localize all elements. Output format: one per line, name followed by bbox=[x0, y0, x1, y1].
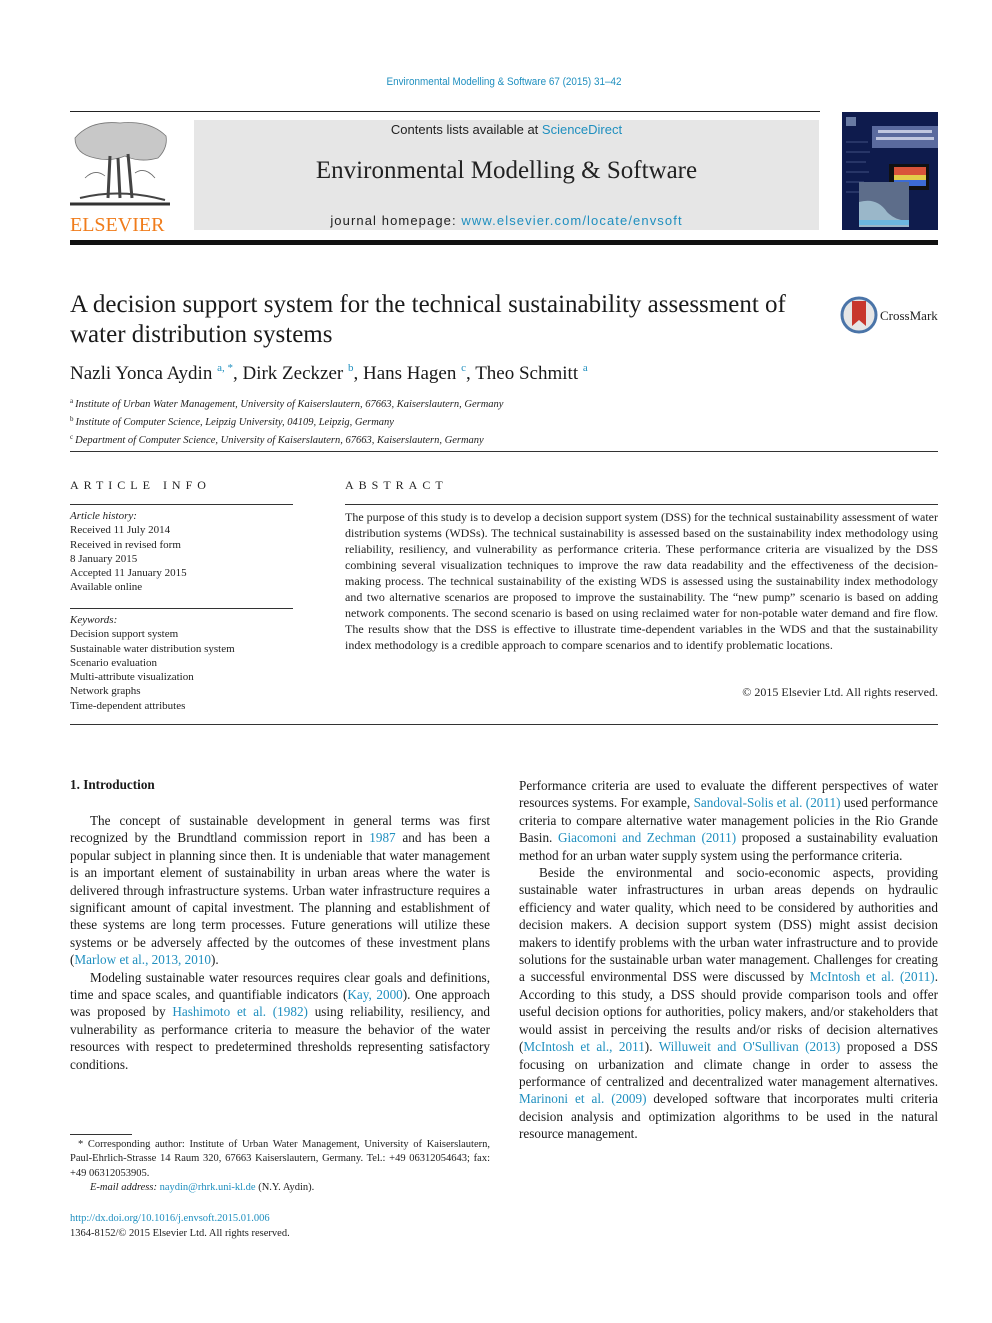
history-item: Received in revised form bbox=[70, 538, 181, 551]
journal-title: Environmental Modelling & Software bbox=[315, 157, 698, 184]
affiliations: a Institute of Urban Water Management, Un… bbox=[70, 394, 503, 448]
keyword: Decision support system bbox=[70, 628, 179, 641]
author[interactable]: Hans Hagen c, bbox=[362, 362, 476, 384]
affiliation-key: c bbox=[70, 433, 74, 441]
author-name: Nazli Yonca Aydin bbox=[70, 363, 213, 384]
affiliation: c Department of Computer Science, Univers… bbox=[70, 430, 503, 448]
citation-link[interactable]: Willuweit and O'Sullivan (2013) bbox=[659, 1039, 841, 1054]
corresponding-author-note: * Corresponding author: Institute of Urb… bbox=[70, 1139, 490, 1179]
running-head[interactable]: Environmental Modelling & Software 67 (2… bbox=[50, 76, 957, 88]
crossmark-icon bbox=[840, 296, 878, 334]
header-rule bbox=[70, 111, 820, 112]
keyword: Network graphs bbox=[70, 685, 141, 698]
homepage-link[interactable]: www.elsevier.com/locate/envsoft bbox=[461, 213, 682, 228]
affiliation-key: b bbox=[70, 415, 74, 423]
homepage-line: journal homepage: www.elsevier.com/locat… bbox=[194, 213, 819, 228]
paragraph: Modeling sustainable water resources req… bbox=[70, 969, 490, 1073]
divider bbox=[70, 451, 938, 452]
history-item: Accepted 11 January 2015 bbox=[70, 567, 187, 580]
text: Beside the environmental and socio-econo… bbox=[519, 865, 938, 985]
article-title: A decision support system for the techni… bbox=[70, 291, 786, 348]
divider bbox=[70, 504, 293, 505]
header-thick-rule bbox=[70, 240, 938, 245]
contents-prefix: Contents lists available at bbox=[390, 122, 542, 137]
affiliation-key: a bbox=[70, 397, 74, 405]
paragraph: Beside the environmental and socio-econo… bbox=[519, 864, 938, 1143]
sciencedirect-link[interactable]: ScienceDirect bbox=[542, 122, 622, 137]
keywords: Keywords: Decision support system Sustai… bbox=[70, 613, 235, 713]
journal-cover[interactable] bbox=[842, 112, 938, 230]
keyword: Sustainable water distribution system bbox=[70, 642, 235, 655]
crossmark-label: CrossMark bbox=[880, 308, 938, 323]
section-heading: 1. Introduction bbox=[70, 777, 155, 792]
affiliation-text: Institute of Urban Water Management, Uni… bbox=[75, 399, 504, 410]
author-list: Nazli Yonca Aydin a, *, Dirk Zeckzer b, … bbox=[70, 362, 588, 385]
doi-link[interactable]: http://dx.doi.org/10.1016/j.envsoft.2015… bbox=[70, 1213, 270, 1224]
abstract-copyright: © 2015 Elsevier Ltd. All rights reserved… bbox=[742, 685, 938, 699]
elsevier-wordmark: ELSEVIER bbox=[70, 214, 165, 236]
affiliation-text: Department of Computer Science, Universi… bbox=[75, 435, 484, 446]
elsevier-logo[interactable]: ELSEVIER bbox=[70, 118, 172, 236]
author-separator: , bbox=[353, 363, 363, 384]
divider bbox=[345, 504, 938, 505]
keyword: Time-dependent attributes bbox=[70, 699, 186, 712]
history-item: 8 January 2015 bbox=[70, 552, 138, 565]
left-column: The concept of sustainable development i… bbox=[70, 812, 490, 1073]
citation-link[interactable]: McIntosh et al. (2011) bbox=[810, 969, 935, 984]
email-line: E-mail address: naydin@rhrk.uni-kl.de (N… bbox=[70, 1181, 490, 1195]
author[interactable]: Nazli Yonca Aydin a, *, bbox=[70, 362, 242, 384]
citation-link[interactable]: Hashimoto et al. (1982) bbox=[172, 1004, 308, 1019]
keywords-label: Keywords: bbox=[70, 614, 118, 626]
keyword: Multi-attribute visualization bbox=[70, 671, 194, 684]
text: and has been a popular subject in planni… bbox=[70, 830, 491, 968]
paragraph: Performance criteria are used to evaluat… bbox=[519, 777, 938, 864]
issn-line: 1364-8152/© 2015 Elsevier Ltd. All right… bbox=[70, 1228, 290, 1239]
text: ). bbox=[211, 952, 219, 968]
citation-link[interactable]: Marlow et al., 2013, 2010 bbox=[74, 952, 211, 967]
paragraph: The concept of sustainable development i… bbox=[70, 812, 490, 969]
citation-link[interactable]: Sandoval-Solis et al. (2011) bbox=[694, 795, 841, 810]
author-separator: , bbox=[466, 363, 476, 384]
article-history: Article history: Received 11 July 2014 R… bbox=[70, 509, 187, 595]
homepage-prefix: journal homepage: bbox=[330, 213, 462, 228]
email-suffix: (N.Y. Aydin). bbox=[255, 1181, 315, 1193]
citation-link[interactable]: McIntosh et al., 2011 bbox=[523, 1039, 644, 1054]
keyword: Scenario evaluation bbox=[70, 656, 158, 669]
footnote: * Corresponding author: Institute of Urb… bbox=[70, 1138, 490, 1195]
author[interactable]: Dirk Zeckzer b, bbox=[242, 362, 363, 384]
contents-line: Contents lists available at ScienceDirec… bbox=[194, 122, 819, 137]
citation-link[interactable]: Kay, 2000 bbox=[347, 987, 402, 1002]
footnote-rule bbox=[70, 1134, 132, 1135]
cover-image-icon bbox=[842, 112, 938, 230]
elsevier-tree-icon bbox=[70, 118, 170, 208]
text: ). bbox=[644, 1039, 659, 1055]
history-item: Received 11 July 2014 bbox=[70, 524, 171, 537]
journal-banner: Contents lists available at ScienceDirec… bbox=[194, 120, 819, 230]
author-name: Hans Hagen bbox=[362, 363, 457, 384]
divider bbox=[70, 608, 293, 609]
article-info-heading: ARTICLE INFO bbox=[70, 478, 211, 492]
affiliation-text: Institute of Computer Science, Leipzig U… bbox=[75, 417, 394, 428]
abstract-text: The purpose of this study is to develop … bbox=[345, 510, 938, 652]
author-name: Theo Schmitt bbox=[475, 363, 579, 384]
affiliation: b Institute of Computer Science, Leipzig … bbox=[70, 412, 503, 430]
affiliation: a Institute of Urban Water Management, Un… bbox=[70, 394, 503, 412]
doi-block: http://dx.doi.org/10.1016/j.envsoft.2015… bbox=[70, 1211, 290, 1241]
author-affiliation-mark[interactable]: a bbox=[583, 362, 588, 374]
citation-link[interactable]: Giacomoni and Zechman (2011) bbox=[558, 830, 736, 845]
right-column: Performance criteria are used to evaluat… bbox=[519, 777, 938, 1143]
author-name: Dirk Zeckzer bbox=[242, 363, 344, 384]
abstract-heading: ABSTRACT bbox=[345, 478, 448, 492]
citation-link[interactable]: 1987 bbox=[369, 830, 395, 845]
history-label: Article history: bbox=[70, 510, 137, 522]
divider bbox=[70, 724, 938, 725]
email-label: E-mail address: bbox=[90, 1181, 160, 1193]
history-item: Available online bbox=[70, 581, 143, 594]
crossmark-badge[interactable]: CrossMark bbox=[840, 296, 940, 336]
author[interactable]: Theo Schmitt a bbox=[475, 362, 588, 384]
citation-link[interactable]: Marinoni et al. (2009) bbox=[519, 1091, 646, 1106]
author-affiliation-mark[interactable]: a, * bbox=[217, 362, 233, 374]
email-link[interactable]: naydin@rhrk.uni-kl.de bbox=[160, 1182, 256, 1193]
